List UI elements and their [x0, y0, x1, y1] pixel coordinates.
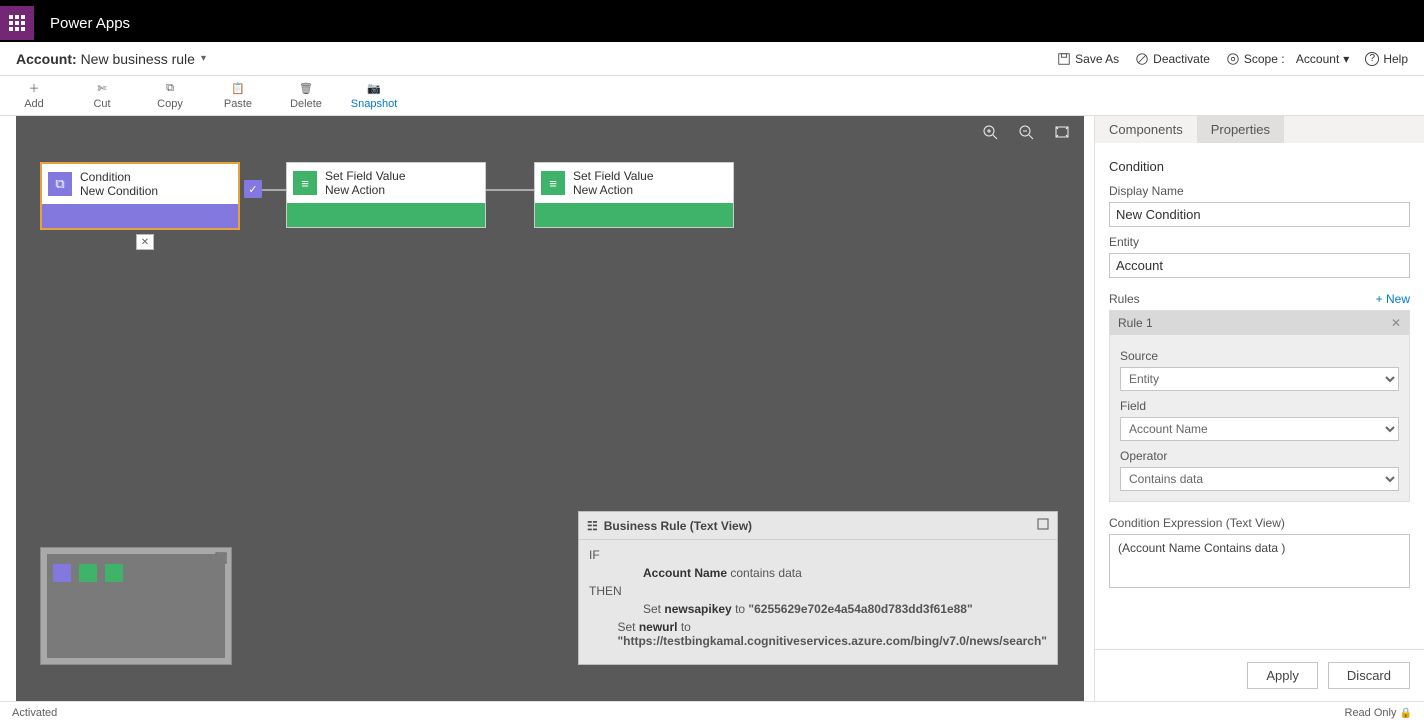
true-branch-icon: ✓: [244, 180, 262, 198]
entity-input[interactable]: [1109, 253, 1410, 278]
sub-header: Account: New business rule ▾ Save As Dea…: [0, 42, 1424, 76]
minimap-node: [105, 564, 123, 582]
tab-properties[interactable]: Properties: [1197, 116, 1284, 143]
paste-icon: 📋: [231, 80, 245, 96]
action-icon: ≡: [541, 171, 565, 195]
close-icon[interactable]: ✕: [1391, 316, 1401, 330]
field-label: Field: [1120, 399, 1399, 413]
brand-label: Power Apps: [34, 15, 146, 32]
page-title[interactable]: Account: New business rule ▾: [16, 51, 206, 67]
entity-label: Entity: [1109, 235, 1410, 249]
delete-button[interactable]: 🗑Delete: [284, 80, 328, 110]
discard-button[interactable]: Discard: [1328, 662, 1410, 689]
app-header: Power Apps: [0, 4, 1424, 42]
minimap[interactable]: [40, 547, 232, 665]
display-name-input[interactable]: [1109, 202, 1410, 227]
source-label: Source: [1120, 349, 1399, 363]
lock-icon: 🔒: [1400, 708, 1412, 719]
expression-box: (Account Name Contains data ): [1109, 534, 1410, 588]
properties-panel: Components Properties Condition Display …: [1094, 116, 1424, 701]
help-button[interactable]: ? Help: [1365, 52, 1408, 66]
if-label: IF: [589, 548, 629, 562]
deactivate-icon: [1135, 52, 1149, 66]
trash-icon: 🗑: [299, 80, 313, 96]
status-right: Read Only 🔒: [1345, 707, 1413, 719]
panel-header: Condition: [1109, 159, 1410, 174]
rules-label: Rules: [1109, 292, 1140, 306]
node-subtitle: New Action: [325, 183, 406, 197]
operator-label: Operator: [1120, 449, 1399, 463]
node-title: Set Field Value: [325, 169, 406, 183]
then-action-1: Set newsapikey to "6255629e702e4a54a80d7…: [643, 602, 1047, 616]
action-icon: ≡: [293, 171, 317, 195]
designer-canvas[interactable]: ⧉ Condition New Condition ✓ ✕ ≡ Set Fiel…: [16, 116, 1084, 701]
paste-button[interactable]: 📋Paste: [216, 80, 260, 110]
save-as-button[interactable]: Save As: [1057, 52, 1119, 66]
text-view-title: Business Rule (Text View): [604, 519, 752, 533]
page-title-pre: Account:: [16, 51, 77, 67]
action-node-2[interactable]: ≡ Set Field Value New Action: [534, 162, 734, 228]
zoom-out-icon[interactable]: [1018, 124, 1034, 143]
rule-box: Rule 1 ✕ Source Entity Field Account Nam…: [1109, 310, 1410, 502]
node-subtitle: New Condition: [80, 184, 158, 198]
source-select[interactable]: Entity: [1120, 367, 1399, 391]
toolbar: ＋Add ✄Cut ⧉Copy 📋Paste 🗑Delete 📷Snapshot: [0, 76, 1424, 116]
chevron-down-icon: ▾: [201, 53, 206, 64]
node-title: Condition: [80, 170, 158, 184]
false-branch-icon[interactable]: ✕: [136, 234, 154, 250]
waffle-icon[interactable]: [0, 6, 34, 40]
deactivate-button[interactable]: Deactivate: [1135, 52, 1210, 66]
minimap-node: [79, 564, 97, 582]
expression-label: Condition Expression (Text View): [1109, 516, 1410, 530]
help-icon: ?: [1365, 52, 1379, 66]
cut-button[interactable]: ✄Cut: [80, 80, 124, 110]
apply-button[interactable]: Apply: [1247, 662, 1318, 689]
zoom-in-icon[interactable]: [982, 124, 998, 143]
status-left: Activated: [12, 707, 57, 719]
operator-select[interactable]: Contains data: [1120, 467, 1399, 491]
condition-icon: ⧉: [48, 172, 72, 196]
fit-screen-icon[interactable]: [1054, 124, 1070, 143]
camera-icon: 📷: [367, 80, 381, 96]
page-title-name: New business rule: [81, 51, 195, 67]
condition-node[interactable]: ⧉ Condition New Condition: [40, 162, 240, 230]
business-rule-text-view: ☷ Business Rule (Text View) IF Account N…: [578, 511, 1058, 665]
copy-button[interactable]: ⧉Copy: [148, 80, 192, 110]
chevron-down-icon: ▾: [1343, 52, 1349, 66]
snapshot-button[interactable]: 📷Snapshot: [352, 80, 396, 110]
if-expression: Account Name contains data: [643, 566, 1047, 580]
scope-selector[interactable]: Scope : Account ▾: [1226, 52, 1349, 66]
tab-components[interactable]: Components: [1095, 116, 1197, 143]
copy-icon: ⧉: [166, 80, 174, 96]
node-title: Set Field Value: [573, 169, 654, 183]
save-icon: [1057, 52, 1071, 66]
status-bar: Activated Read Only 🔒: [0, 701, 1424, 723]
minimap-node: [53, 564, 71, 582]
field-select[interactable]: Account Name: [1120, 417, 1399, 441]
display-name-label: Display Name: [1109, 184, 1410, 198]
expand-icon[interactable]: [1037, 518, 1049, 533]
text-view-icon: ☷: [587, 519, 598, 533]
then-label: THEN: [589, 584, 629, 598]
rule-title: Rule 1: [1118, 316, 1153, 330]
action-node-1[interactable]: ≡ Set Field Value New Action: [286, 162, 486, 228]
plus-icon: ＋: [29, 80, 40, 96]
add-rule-link[interactable]: + New: [1376, 292, 1410, 306]
node-subtitle: New Action: [573, 183, 654, 197]
then-action-2: Set newurl to "https://testbingkamal.cog…: [617, 620, 1047, 648]
scope-icon: [1226, 52, 1240, 66]
scissors-icon: ✄: [97, 80, 106, 96]
add-button[interactable]: ＋Add: [12, 80, 56, 110]
